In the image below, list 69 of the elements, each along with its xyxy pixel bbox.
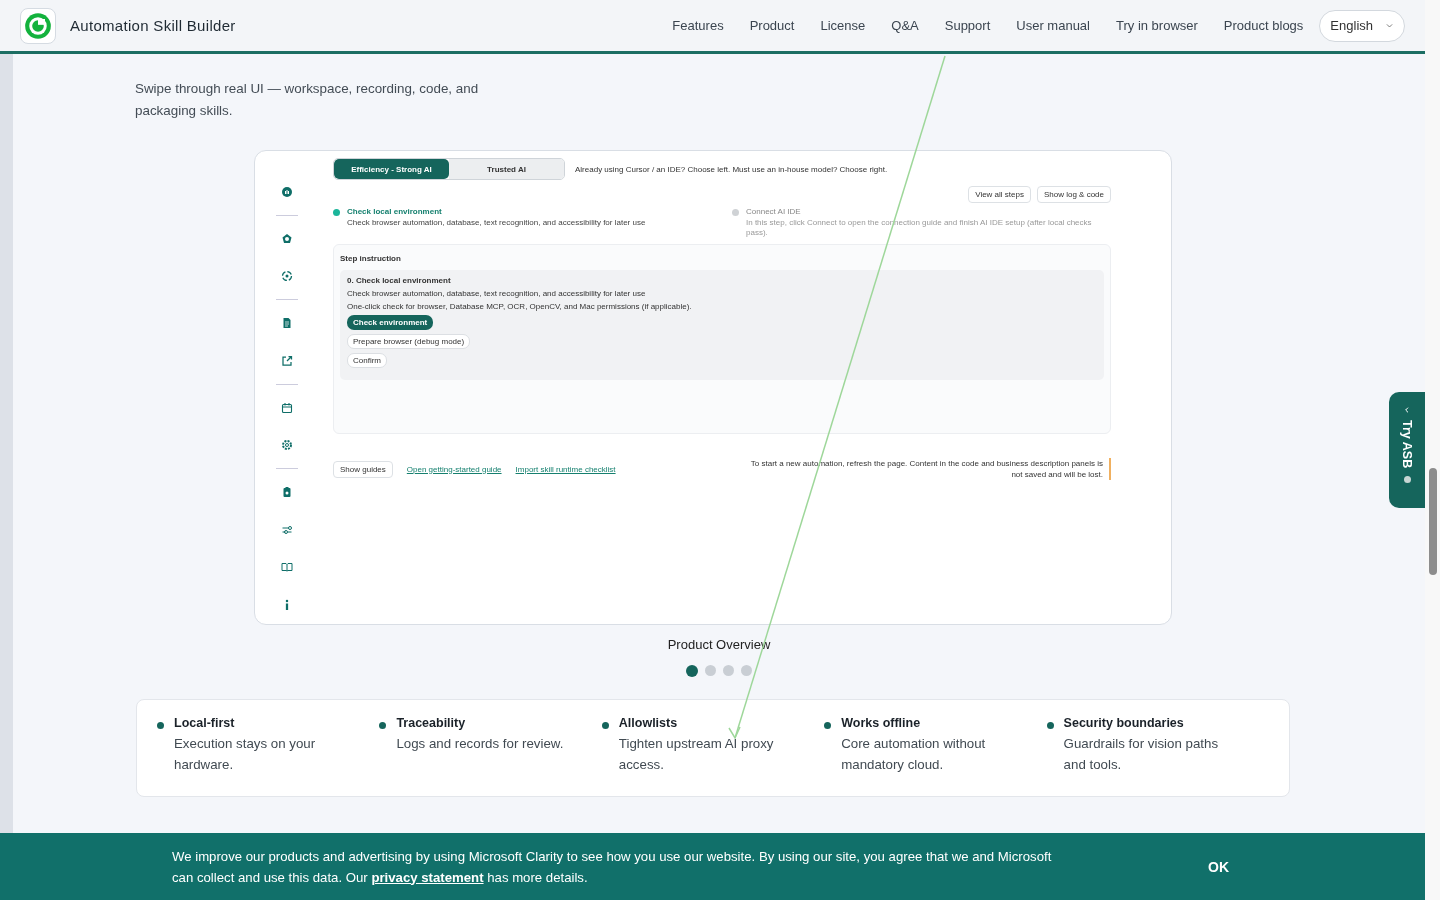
nav-link[interactable]: Try in browser xyxy=(1103,18,1211,33)
step-description: Check browser automation, database, text recognition, and accessibility for later use xyxy=(347,218,646,228)
feature-text: Execution stays on your hardware. xyxy=(174,735,317,774)
panel-heading: Step instruction xyxy=(340,253,402,263)
bullet-icon xyxy=(379,722,387,729)
notice-text: To start a new automation, refresh the page. Content in the code and business description panels is not saved and will be lost. xyxy=(743,458,1111,480)
mode-tab[interactable]: Efficiency - Strong AI xyxy=(334,159,449,179)
show-guides-button[interactable]: Show guides xyxy=(333,460,393,478)
action-button[interactable]: View all steps xyxy=(968,186,1031,203)
check-environment-button[interactable]: Check environment xyxy=(347,315,434,330)
clipboard-icon xyxy=(281,486,293,498)
feature-text: Guardrails for vision paths and tools. xyxy=(1063,735,1220,774)
carousel-caption: Product Overview xyxy=(666,637,772,652)
mode-hint: Already using Cursor / an IDE? Choose left. Must use an in-house model? Choose right. xyxy=(575,164,888,174)
guide-link[interactable]: Import skill runtime checklist xyxy=(515,464,616,474)
action-button[interactable]: Show log & code xyxy=(1036,186,1111,203)
brand-name: Automation Skill Builder xyxy=(70,17,236,34)
step-button[interactable]: Confirm xyxy=(347,353,387,368)
try-tab[interactable]: Try ASB xyxy=(1389,392,1425,508)
feature-text: Tighten upstream AI proxy access. xyxy=(618,735,775,774)
bullet-icon xyxy=(824,722,832,729)
carousel-dot[interactable] xyxy=(705,665,716,676)
nav-link[interactable]: Features xyxy=(659,18,737,33)
step-button[interactable]: Prepare browser (debug mode) xyxy=(347,334,471,349)
external-link-icon xyxy=(281,354,293,367)
carousel-dot[interactable] xyxy=(741,665,752,676)
feature-title: Security boundaries xyxy=(1063,716,1185,730)
cookie-notice: We improve our products and advertising by using Microsoft Clarity to see how you use our website. By using our site, you agree that we and Microsoft can collect and use this data. Our privacy statement has more details. xyxy=(172,847,1053,887)
nav-link[interactable]: Q&A xyxy=(878,18,932,33)
chevron-left-icon xyxy=(1403,406,1411,414)
language-select[interactable]: English xyxy=(1319,9,1405,42)
document-icon xyxy=(281,317,293,330)
book-icon xyxy=(281,561,293,574)
section-subtitle: Swipe through real UI — workspace, recording, code, and packaging skills. xyxy=(135,80,480,120)
ok-button[interactable]: OK xyxy=(1202,857,1235,876)
sliders-icon xyxy=(281,523,293,536)
step-heading: 0. Check local environment xyxy=(347,276,451,285)
privacy-link[interactable]: privacy statement xyxy=(371,869,484,885)
feature-title: Traceability xyxy=(396,716,467,730)
gear-icon xyxy=(281,270,293,283)
logo-icon[interactable] xyxy=(20,7,56,44)
step-text: Check browser automation, database, text recognition, and accessibility for later use xyxy=(347,289,646,298)
bullet-icon xyxy=(157,722,164,729)
step-text: One-click check for browser, Database MCP, OCR, OpenCV, and Mac permissions (if applicable). xyxy=(347,302,692,311)
settings-icon xyxy=(281,439,293,452)
app-logo-icon xyxy=(24,11,52,40)
feature-text: Logs and records for review. xyxy=(396,735,565,753)
feature-title: Allowlists xyxy=(618,716,679,730)
dot-icon xyxy=(1403,476,1411,484)
carousel-dot[interactable] xyxy=(686,665,698,677)
nav-link[interactable]: Product xyxy=(736,18,808,33)
feature-title: Local-first xyxy=(174,716,236,730)
feature-text: Core automation without mandatory cloud. xyxy=(841,735,987,774)
bullet-icon xyxy=(601,722,609,729)
chevron-down-icon xyxy=(1385,21,1394,30)
bullet-icon xyxy=(1046,722,1054,729)
nav-link[interactable]: User manual xyxy=(1003,18,1103,33)
step-title: Connect AI IDE xyxy=(746,207,802,216)
badge-icon xyxy=(281,232,293,245)
nav-link[interactable]: License xyxy=(807,18,879,33)
step-title: Check local environment xyxy=(347,207,443,216)
nav-link[interactable]: Support xyxy=(931,18,1004,33)
nav-link[interactable]: Product blogs xyxy=(1210,18,1317,33)
feature-title: Works offline xyxy=(841,716,922,730)
mode-tab[interactable]: Trusted AI xyxy=(449,159,564,179)
hand-icon xyxy=(281,185,293,198)
calendar-icon xyxy=(281,401,293,414)
carousel-dot[interactable] xyxy=(723,665,734,676)
guide-link[interactable]: Open getting-started guide xyxy=(406,464,502,474)
